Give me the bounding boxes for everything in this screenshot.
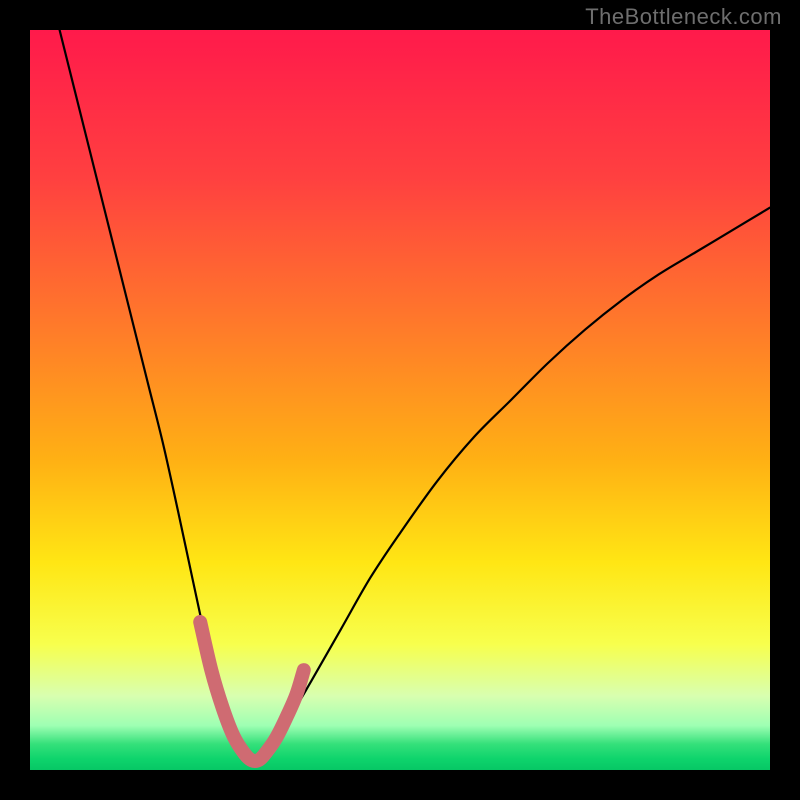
plot-background (30, 30, 770, 770)
bottleneck-chart (0, 0, 800, 800)
watermark-text: TheBottleneck.com (585, 4, 782, 30)
outer-frame: TheBottleneck.com (0, 0, 800, 800)
